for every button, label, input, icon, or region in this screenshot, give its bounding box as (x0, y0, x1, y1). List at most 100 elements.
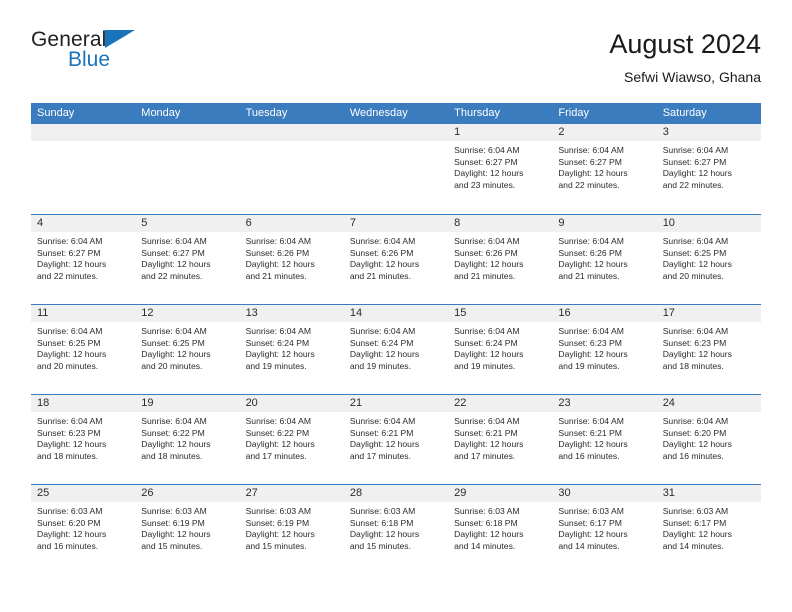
page-title: August 2024 (609, 29, 761, 59)
sunrise-time: Sunrise: 6:04 AM (141, 416, 207, 426)
day-details: Sunrise: 6:04 AM Sunset: 6:26 PM Daylight:… (552, 232, 656, 282)
daylight-duration-line2: and 21 minutes. (349, 270, 411, 281)
daylight-duration-line2: and 18 minutes. (662, 360, 724, 371)
daylight-duration-line1: Daylight: 12 hours (662, 259, 732, 270)
day-details: Sunrise: 6:04 AM Sunset: 6:27 PM Daylight:… (657, 141, 761, 191)
day-cell[interactable]: 30 Sunrise: 6:03 AM Sunset: 6:17 PM Dayligh… (552, 485, 657, 574)
day-cell[interactable]: 9 Sunrise: 6:04 AM Sunset: 6:26 PM Daylight… (552, 215, 657, 304)
day-details: Sunrise: 6:03 AM Sunset: 6:18 PM Daylight:… (448, 502, 552, 552)
day-cell[interactable]: 17 Sunrise: 6:04 AM Sunset: 6:23 PM Dayligh… (656, 305, 761, 394)
sunset-time: Sunset: 6:27 PM (141, 247, 205, 258)
day-number: 28 (343, 485, 449, 502)
day-cell[interactable]: 28 Sunrise: 6:03 AM Sunset: 6:18 PM Dayligh… (343, 485, 449, 574)
day-cell[interactable]: 21 Sunrise: 6:04 AM Sunset: 6:21 PM Dayligh… (343, 395, 449, 484)
sunset-time: Sunset: 6:27 PM (37, 247, 101, 258)
sunrise-time: Sunrise: 6:03 AM (245, 506, 312, 516)
day-number: 13 (239, 305, 344, 322)
day-number: 15 (448, 305, 553, 322)
sunset-time: Sunset: 6:20 PM (37, 517, 101, 528)
day-cell[interactable]: 16 Sunrise: 6:04 AM Sunset: 6:23 PM Dayligh… (552, 305, 657, 394)
day-cell[interactable]: 5 Sunrise: 6:04 AM Sunset: 6:27 PM Daylight… (135, 215, 240, 304)
daylight-duration-line2: and 15 minutes. (349, 540, 411, 551)
page-subtitle-location: Sefwi Wiawso, Ghana (624, 69, 761, 85)
sunrise-time: Sunrise: 6:04 AM (349, 326, 416, 336)
day-cell[interactable]: 10 Sunrise: 6:04 AM Sunset: 6:25 PM Dayligh… (656, 215, 761, 304)
weekday-header-tuesday: Tuesday (245, 107, 288, 119)
sunset-time: Sunset: 6:21 PM (349, 427, 414, 438)
day-cell[interactable]: 15 Sunrise: 6:04 AM Sunset: 6:24 PM Dayligh… (448, 305, 553, 394)
brand-logo[interactable]: General Blue (31, 28, 231, 88)
daylight-duration-line1: Daylight: 12 hours (141, 529, 211, 540)
day-number: 5 (135, 215, 240, 232)
day-cell[interactable]: 19 Sunrise: 6:04 AM Sunset: 6:22 PM Dayligh… (135, 395, 240, 484)
daylight-duration-line1: Daylight: 12 hours (662, 349, 732, 360)
weekday-header-row: Sunday Monday Tuesday Wednesday Thursday… (31, 103, 761, 124)
day-details: Sunrise: 6:04 AM Sunset: 6:27 PM Daylight:… (135, 232, 239, 282)
day-details: Sunrise: 6:04 AM Sunset: 6:21 PM Daylight:… (448, 412, 552, 462)
sunrise-time: Sunrise: 6:04 AM (37, 236, 103, 246)
sunset-time: Sunset: 6:19 PM (245, 517, 310, 528)
day-details: Sunrise: 6:03 AM Sunset: 6:18 PM Daylight:… (344, 502, 448, 552)
daylight-duration-line2: and 22 minutes. (662, 179, 724, 190)
day-cell[interactable]: 23 Sunrise: 6:04 AM Sunset: 6:21 PM Dayligh… (552, 395, 657, 484)
daylight-duration-line1: Daylight: 12 hours (558, 439, 628, 450)
day-cell[interactable]: 27 Sunrise: 6:03 AM Sunset: 6:19 PM Dayligh… (239, 485, 344, 574)
sunset-time: Sunset: 6:17 PM (662, 517, 727, 528)
sunset-time: Sunset: 6:20 PM (662, 427, 727, 438)
day-cell[interactable]: 13 Sunrise: 6:04 AM Sunset: 6:24 PM Dayligh… (239, 305, 344, 394)
day-cell[interactable]: 18 Sunrise: 6:04 AM Sunset: 6:23 PM Dayligh… (31, 395, 136, 484)
day-cell-empty (135, 124, 240, 214)
day-cell[interactable]: 11 Sunrise: 6:04 AM Sunset: 6:25 PM Dayligh… (31, 305, 136, 394)
day-cell[interactable]: 1 Sunrise: 6:04 AM Sunset: 6:27 PM Daylight… (448, 124, 553, 214)
day-cell[interactable]: 4 Sunrise: 6:04 AM Sunset: 6:27 PM Daylight… (31, 215, 136, 304)
sunset-time: Sunset: 6:17 PM (558, 517, 622, 528)
daylight-duration-line1: Daylight: 12 hours (141, 259, 211, 270)
day-number: 10 (656, 215, 761, 232)
day-cell[interactable]: 8 Sunrise: 6:04 AM Sunset: 6:26 PM Daylight… (448, 215, 553, 304)
sunrise-time: Sunrise: 6:04 AM (662, 326, 729, 336)
day-number: 24 (656, 395, 761, 412)
day-cell[interactable]: 26 Sunrise: 6:03 AM Sunset: 6:19 PM Dayligh… (135, 485, 240, 574)
daylight-duration-line2: and 21 minutes. (245, 270, 307, 281)
daylight-duration-line1: Daylight: 12 hours (662, 439, 732, 450)
daylight-duration-line1: Daylight: 12 hours (454, 439, 524, 450)
daylight-duration-line1: Daylight: 12 hours (558, 349, 628, 360)
daylight-duration-line1: Daylight: 12 hours (245, 439, 315, 450)
day-details: Sunrise: 6:04 AM Sunset: 6:21 PM Daylight:… (552, 412, 656, 462)
day-cell[interactable]: 31 Sunrise: 6:03 AM Sunset: 6:17 PM Dayligh… (656, 485, 761, 574)
sunrise-time: Sunrise: 6:03 AM (662, 506, 729, 516)
sunrise-time: Sunrise: 6:04 AM (662, 236, 729, 246)
day-cell[interactable]: 25 Sunrise: 6:03 AM Sunset: 6:20 PM Dayligh… (31, 485, 136, 574)
calendar-week-row: 25 Sunrise: 6:03 AM Sunset: 6:20 PM Dayligh… (31, 484, 761, 574)
day-details: Sunrise: 6:04 AM Sunset: 6:26 PM Daylight:… (344, 232, 448, 282)
day-cell[interactable]: 22 Sunrise: 6:04 AM Sunset: 6:21 PM Dayligh… (448, 395, 553, 484)
day-details: Sunrise: 6:04 AM Sunset: 6:27 PM Daylight:… (448, 141, 552, 191)
daylight-duration-line2: and 20 minutes. (662, 270, 724, 281)
day-number: 9 (552, 215, 657, 232)
daylight-duration-line1: Daylight: 12 hours (349, 529, 420, 540)
day-cell[interactable]: 20 Sunrise: 6:04 AM Sunset: 6:22 PM Dayligh… (239, 395, 344, 484)
weekday-header-wednesday: Wednesday (349, 107, 408, 119)
day-number: 19 (135, 395, 240, 412)
day-number: 26 (135, 485, 240, 502)
daylight-duration-line1: Daylight: 12 hours (245, 529, 315, 540)
weekday-header-sunday: Sunday (37, 107, 75, 119)
day-cell[interactable]: 24 Sunrise: 6:04 AM Sunset: 6:20 PM Dayligh… (656, 395, 761, 484)
sunset-time: Sunset: 6:26 PM (349, 247, 414, 258)
day-details: Sunrise: 6:04 AM Sunset: 6:23 PM Daylight:… (657, 322, 761, 372)
day-cell[interactable]: 2 Sunrise: 6:04 AM Sunset: 6:27 PM Daylight… (552, 124, 657, 214)
day-cell[interactable]: 29 Sunrise: 6:03 AM Sunset: 6:18 PM Dayligh… (448, 485, 553, 574)
day-details: Sunrise: 6:04 AM Sunset: 6:24 PM Daylight:… (240, 322, 344, 372)
day-cell[interactable]: 3 Sunrise: 6:04 AM Sunset: 6:27 PM Daylight… (656, 124, 761, 214)
daylight-duration-line2: and 20 minutes. (37, 360, 99, 371)
day-details: Sunrise: 6:04 AM Sunset: 6:26 PM Daylight:… (448, 232, 552, 282)
daylight-duration-line2: and 18 minutes. (37, 450, 99, 461)
day-cell[interactable]: 14 Sunrise: 6:04 AM Sunset: 6:24 PM Dayligh… (343, 305, 449, 394)
day-details: Sunrise: 6:04 AM Sunset: 6:22 PM Daylight:… (240, 412, 344, 462)
day-cell[interactable]: 7 Sunrise: 6:04 AM Sunset: 6:26 PM Daylight… (343, 215, 449, 304)
day-cell[interactable]: 12 Sunrise: 6:04 AM Sunset: 6:25 PM Dayligh… (135, 305, 240, 394)
day-number: 6 (239, 215, 344, 232)
day-cell[interactable]: 6 Sunrise: 6:04 AM Sunset: 6:26 PM Daylight… (239, 215, 344, 304)
sunrise-time: Sunrise: 6:04 AM (558, 145, 624, 155)
day-details: Sunrise: 6:03 AM Sunset: 6:19 PM Daylight:… (240, 502, 344, 552)
